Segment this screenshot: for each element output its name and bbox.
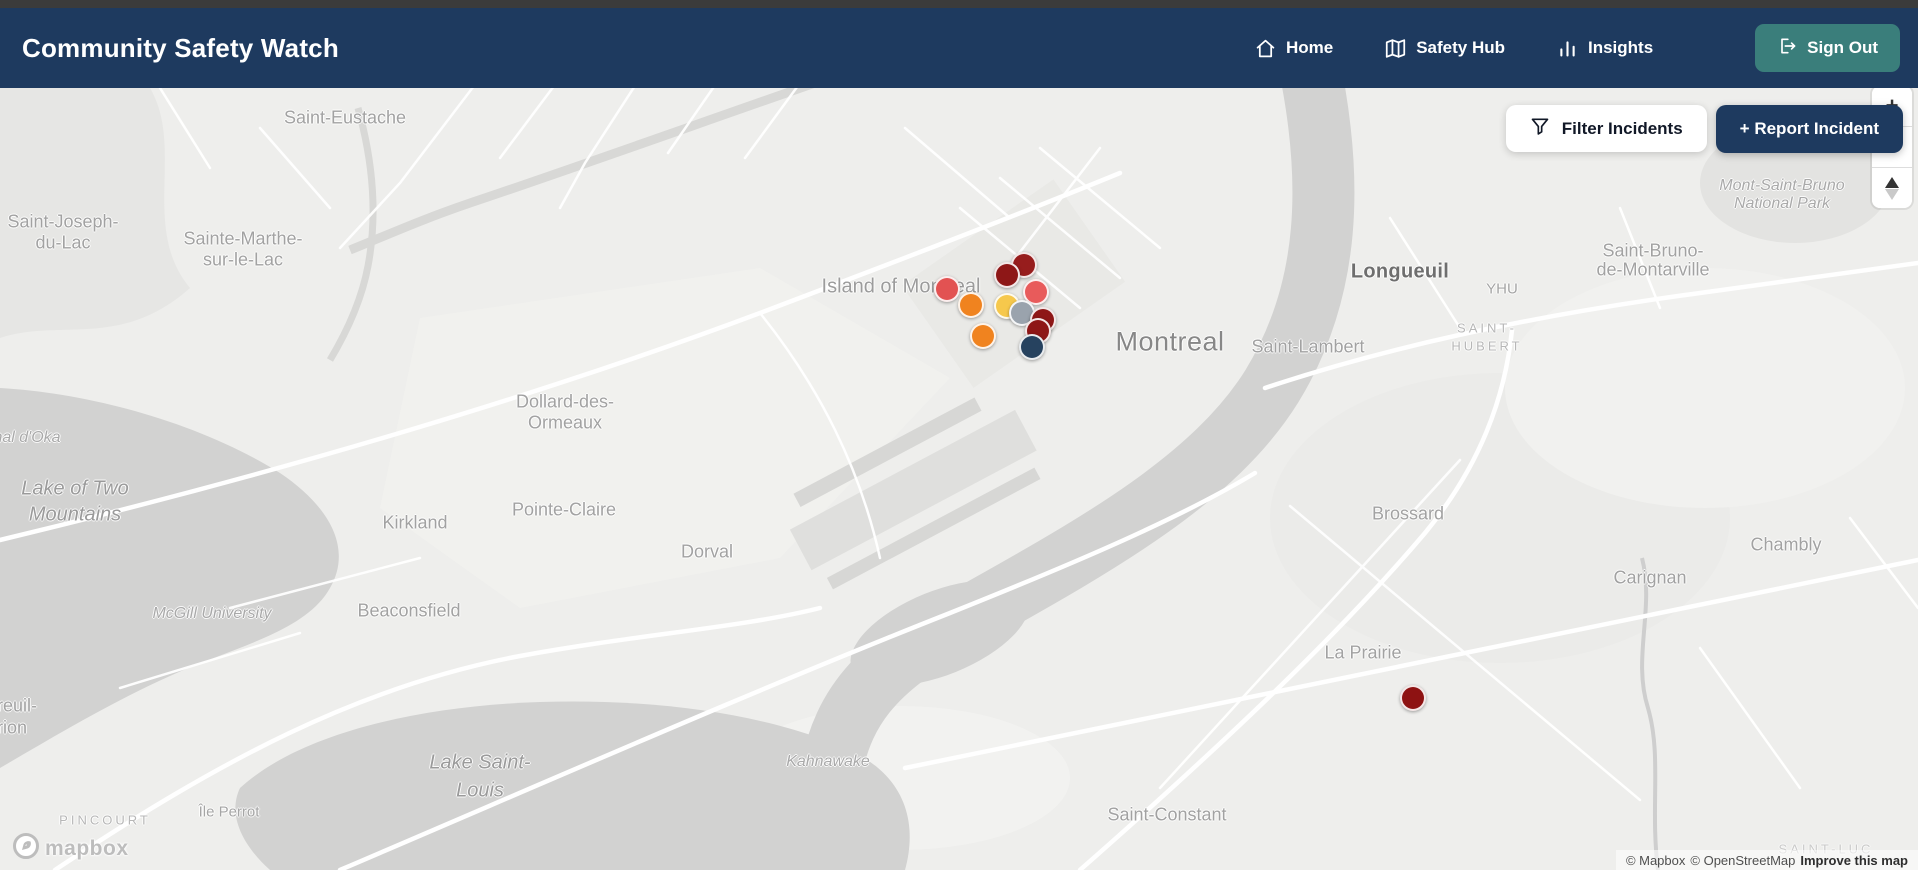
mapbox-logo-icon <box>12 832 40 865</box>
sign-out-icon <box>1777 36 1797 61</box>
home-icon <box>1255 38 1276 59</box>
improve-map-link[interactable]: Improve this map <box>1800 853 1908 868</box>
nav-item-safety-hub[interactable]: Safety Hub <box>1385 38 1505 59</box>
incident-marker[interactable] <box>1400 685 1426 711</box>
incident-marker[interactable] <box>994 262 1020 288</box>
nav-item-label: Insights <box>1588 38 1654 57</box>
nav-item-label: Safety Hub <box>1416 38 1505 57</box>
map-canvas[interactable]: Saint-Eustache Saint-Joseph-du-Lac Sainte-… <box>0 88 1918 870</box>
header-bar: Community Safety Watch Home Safety Hub I… <box>0 8 1918 88</box>
nav-item-label: Home <box>1285 38 1334 57</box>
filter-funnel-icon <box>1530 116 1550 141</box>
sign-out-label: Sign Out <box>1807 38 1878 57</box>
bar-chart-icon <box>1557 38 1578 59</box>
incident-marker[interactable] <box>934 276 960 302</box>
page-title: Community Safety Watch <box>22 32 339 63</box>
compass-south-needle <box>1885 188 1899 200</box>
basemap-graphic <box>0 88 1918 870</box>
map-icon <box>1385 38 1406 59</box>
report-incident-label: + Report Incident <box>1739 119 1879 138</box>
filter-incidents-label: Filter Incidents <box>1561 118 1683 138</box>
osm-attribution-link[interactable]: © OpenStreetMap <box>1690 853 1795 868</box>
window-top-strip <box>0 0 1918 8</box>
mapbox-logo[interactable]: mapbox <box>12 832 129 865</box>
compass-button[interactable] <box>1872 168 1912 208</box>
map-action-buttons: Filter Incidents + Report Incident <box>1505 105 1903 153</box>
compass-north-needle <box>1885 176 1899 188</box>
mapbox-wordmark: mapbox <box>45 836 129 860</box>
nav-item-insights[interactable]: Insights <box>1557 38 1653 59</box>
nav-item-home[interactable]: Home <box>1255 38 1333 59</box>
app-window: Community Safety Watch Home Safety Hub I… <box>0 0 1918 870</box>
filter-incidents-button[interactable]: Filter Incidents <box>1505 105 1707 152</box>
report-incident-button[interactable]: + Report Incident <box>1715 105 1903 153</box>
map-attribution: © Mapbox © OpenStreetMap Improve this ma… <box>1615 850 1918 870</box>
sign-out-button[interactable]: Sign Out <box>1755 24 1900 72</box>
incident-marker[interactable] <box>1019 334 1045 360</box>
incident-marker[interactable] <box>970 323 996 349</box>
main-nav: Home Safety Hub Insights Sign Out <box>1255 24 1900 72</box>
incident-marker[interactable] <box>958 292 984 318</box>
mapbox-attribution-link[interactable]: © Mapbox <box>1626 853 1685 868</box>
